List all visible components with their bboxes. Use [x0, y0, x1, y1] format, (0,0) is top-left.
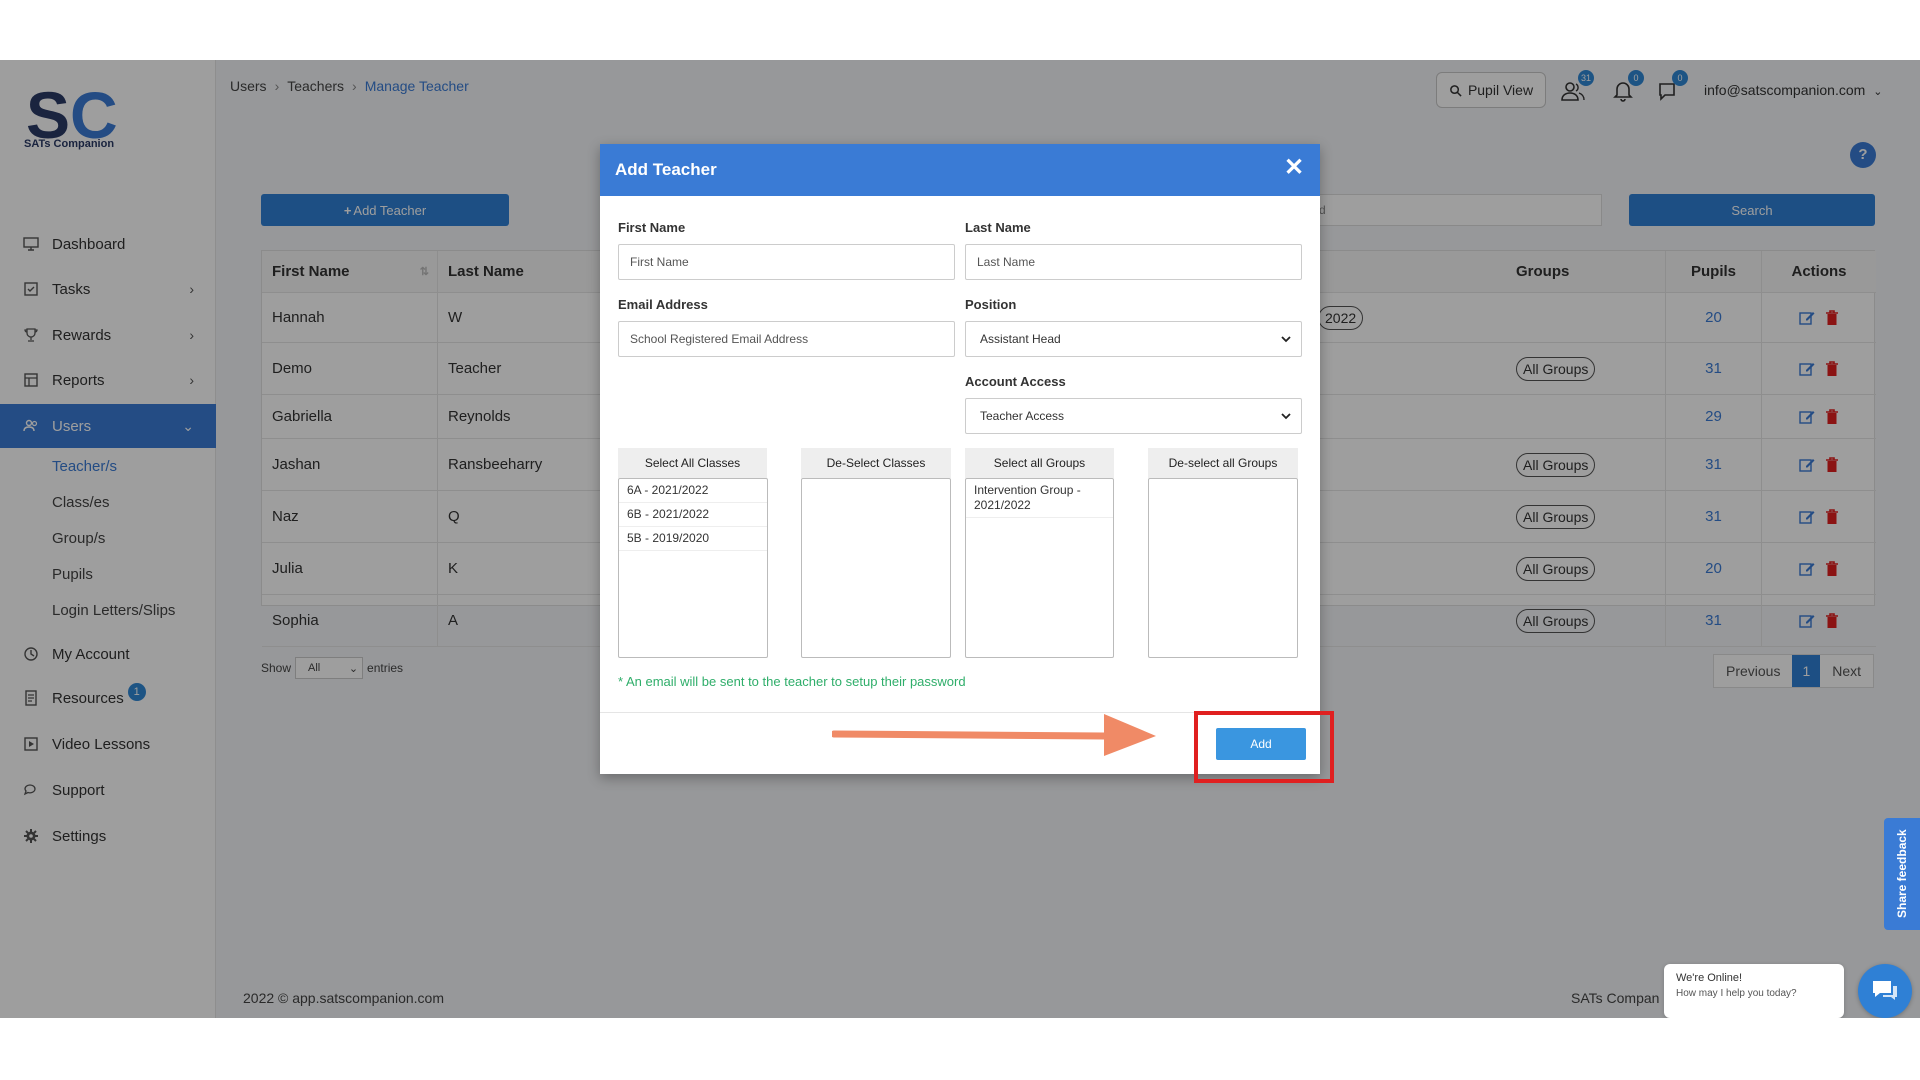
class-option[interactable]: 5B - 2019/2020: [619, 527, 767, 551]
chat-bubble-icon: [1873, 981, 1897, 1000]
position-select[interactable]: Assistant Head: [965, 321, 1302, 357]
deselect-all-groups-button[interactable]: De-select all Groups: [1148, 448, 1298, 478]
available-classes-list[interactable]: 6A - 2021/2022 6B - 2021/2022 5B - 2019/…: [618, 478, 768, 658]
chat-greeting[interactable]: We're Online! How may I help you today?: [1664, 964, 1844, 1018]
chat-line-1: We're Online!: [1676, 972, 1743, 984]
password-email-note: * An email will be sent to the teacher t…: [618, 674, 966, 689]
position-value: Assistant Head: [980, 332, 1061, 346]
account-access-label: Account Access: [965, 374, 1066, 389]
class-option[interactable]: 6B - 2021/2022: [619, 503, 767, 527]
account-access-select[interactable]: Teacher Access: [965, 398, 1302, 434]
email-label: Email Address: [618, 297, 708, 312]
select-all-classes-button[interactable]: Select All Classes: [618, 448, 767, 478]
selected-classes-list[interactable]: [801, 478, 951, 658]
share-feedback-button[interactable]: Share feedback: [1884, 818, 1920, 930]
class-option[interactable]: 6A - 2021/2022: [619, 479, 767, 503]
arrow-annotation-icon: [832, 714, 1156, 756]
position-label: Position: [965, 297, 1017, 312]
chevron-down-icon: [1281, 336, 1291, 343]
close-icon[interactable]: ✕: [1282, 156, 1306, 180]
last-name-label: Last Name: [965, 220, 1031, 235]
available-groups-list[interactable]: Intervention Group - 2021/2022: [965, 478, 1114, 658]
chevron-down-icon: [1281, 413, 1291, 420]
first-name-label: First Name: [618, 220, 686, 235]
select-all-groups-button[interactable]: Select all Groups: [965, 448, 1114, 478]
chat-launcher-button[interactable]: [1858, 964, 1912, 1018]
chat-line-2: How may I help you today?: [1676, 988, 1797, 999]
first-name-field[interactable]: First Name: [618, 244, 955, 280]
modal-title: Add Teacher: [615, 160, 717, 179]
deselect-classes-button[interactable]: De-Select Classes: [801, 448, 951, 478]
selected-groups-list[interactable]: [1148, 478, 1298, 658]
account-access-value: Teacher Access: [980, 409, 1065, 423]
highlight-annotation: [1194, 711, 1334, 783]
last-name-field[interactable]: Last Name: [965, 244, 1302, 280]
email-field[interactable]: School Registered Email Address: [618, 321, 955, 357]
add-teacher-modal: Add Teacher ✕ First Name First Name Last…: [600, 144, 1320, 774]
modal-header: Add Teacher ✕: [600, 144, 1320, 196]
group-option[interactable]: Intervention Group - 2021/2022: [966, 479, 1113, 518]
app-shell: S C SATs Companion Dashboard Tasks › Rew…: [0, 60, 1920, 1018]
